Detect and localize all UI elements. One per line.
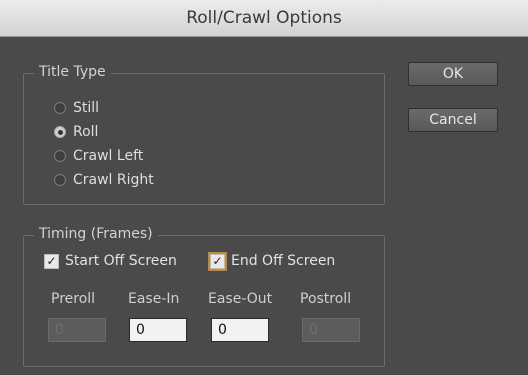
radio-roll-indicator[interactable] (54, 126, 66, 138)
radio-crawl-left-indicator[interactable] (54, 150, 66, 162)
timing-group: Timing (Frames) ✓ Start Off Screen ✓ End… (23, 226, 385, 367)
postroll-label: Postroll (300, 291, 352, 307)
end-off-screen-checkbox-row[interactable]: ✓ End Off Screen (208, 251, 336, 271)
ease-in-field[interactable]: 0 (129, 318, 187, 342)
radio-crawl-left[interactable]: Crawl Left (54, 148, 143, 164)
ok-button[interactable]: OK (408, 62, 498, 86)
radio-roll-label: Roll (73, 124, 99, 140)
end-off-screen-checkbox[interactable]: ✓ (208, 251, 227, 271)
title-bar: Roll/Crawl Options (0, 0, 528, 37)
radio-crawl-right-indicator[interactable] (54, 174, 66, 186)
radio-still[interactable]: Still (54, 100, 99, 116)
radio-still-label: Still (73, 100, 100, 116)
title-type-group: Title Type Still Roll Crawl Left Crawl R… (23, 64, 385, 205)
ease-out-field[interactable]: 0 (211, 318, 269, 342)
radio-crawl-left-label: Crawl Left (73, 148, 144, 164)
ease-out-label: Ease-Out (208, 291, 273, 307)
preroll-field: 0 (48, 318, 106, 342)
radio-crawl-right-label: Crawl Right (73, 172, 154, 188)
dialog-title: Roll/Crawl Options (186, 8, 342, 28)
start-off-screen-label: Start Off Screen (65, 253, 177, 269)
cancel-button[interactable]: Cancel (408, 108, 498, 132)
start-off-screen-checkbox[interactable]: ✓ (44, 253, 59, 269)
preroll-label: Preroll (51, 291, 96, 307)
ease-in-label: Ease-In (128, 291, 180, 307)
radio-crawl-right[interactable]: Crawl Right (54, 172, 154, 188)
timing-legend: Timing (Frames) (34, 226, 158, 242)
postroll-field: 0 (302, 318, 360, 342)
radio-roll[interactable]: Roll (54, 124, 98, 140)
end-off-screen-label: End Off Screen (231, 253, 336, 269)
start-off-screen-checkbox-row[interactable]: ✓ Start Off Screen (44, 253, 177, 269)
radio-still-indicator[interactable] (54, 102, 66, 114)
title-type-legend: Title Type (34, 64, 111, 80)
